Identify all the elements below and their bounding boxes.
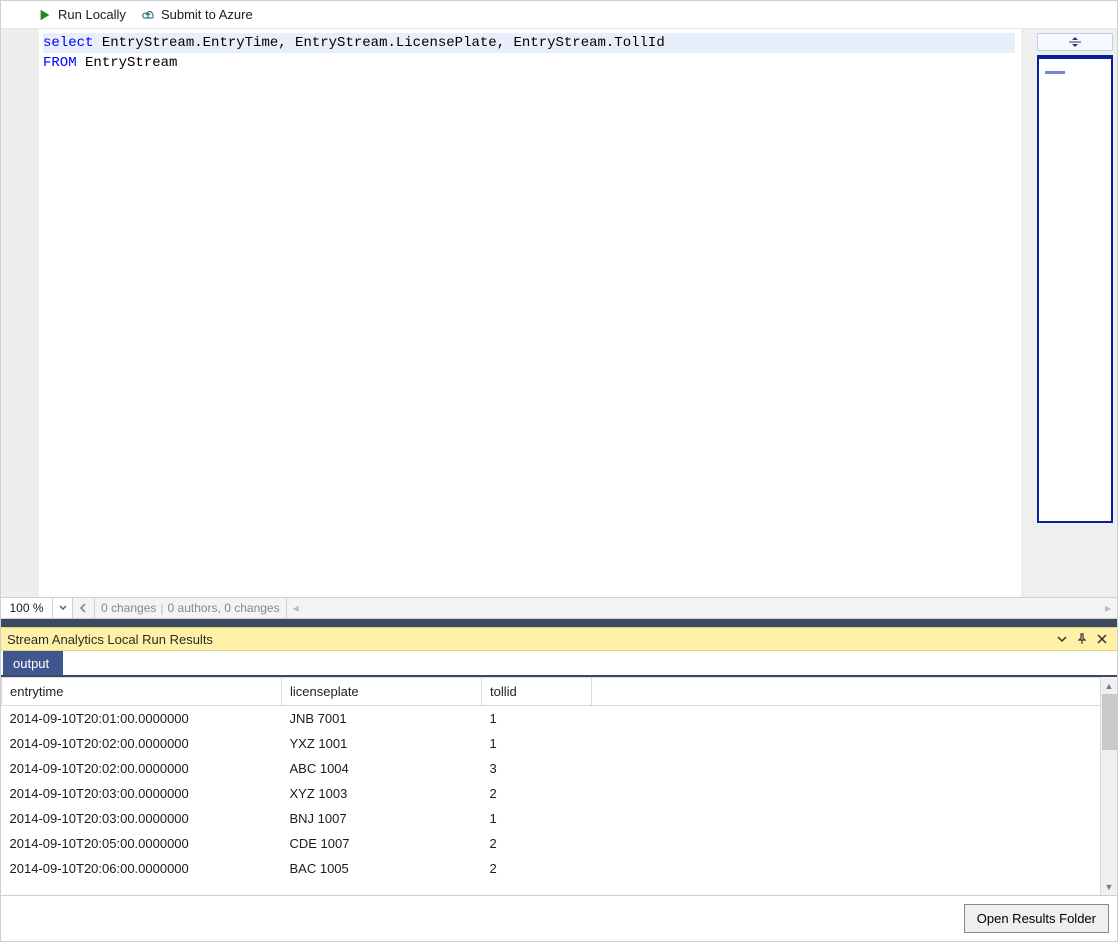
table-row[interactable]: 2014-09-10T20:03:00.0000000BNJ 10071 [2, 806, 1117, 831]
changes-sep: | [160, 601, 163, 615]
scroll-thumb[interactable] [1102, 694, 1117, 750]
results-panel-title: Stream Analytics Local Run Results [7, 632, 1051, 647]
close-panel-button[interactable] [1093, 630, 1111, 648]
tab-output-label: output [13, 656, 49, 671]
table-cell-spacer [592, 731, 1117, 756]
tab-output[interactable]: output [3, 651, 63, 675]
editor-gutter [1, 29, 39, 597]
open-results-folder-button[interactable]: Open Results Folder [964, 904, 1109, 933]
editor-statusbar: 100 % 0 changes | 0 authors, 0 changes ◂… [1, 597, 1117, 619]
table-cell-spacer [592, 831, 1117, 856]
changes-indicator: 0 changes | 0 authors, 0 changes [95, 598, 287, 618]
table-cell: 1 [482, 706, 592, 732]
submit-to-azure-button[interactable]: Submit to Azure [140, 7, 253, 23]
table-cell: YXZ 1001 [282, 731, 482, 756]
pin-button[interactable] [1073, 630, 1091, 648]
table-cell: ABC 1004 [282, 756, 482, 781]
table-header-row: entrytime licenseplate tollid [2, 678, 1117, 706]
table-row[interactable]: 2014-09-10T20:02:00.0000000YXZ 10011 [2, 731, 1117, 756]
col-licenseplate[interactable]: licenseplate [282, 678, 482, 706]
table-cell: 2014-09-10T20:01:00.0000000 [2, 706, 282, 732]
table-row[interactable]: 2014-09-10T20:06:00.0000000BAC 10052 [2, 856, 1117, 881]
cloud-upload-icon [140, 7, 156, 23]
col-tollid[interactable]: tollid [482, 678, 592, 706]
run-locally-button[interactable]: Run Locally [37, 7, 126, 23]
table-row[interactable]: 2014-09-10T20:01:00.0000000JNB 70011 [2, 706, 1117, 732]
table-cell: CDE 1007 [282, 831, 482, 856]
code-minimap[interactable] [1037, 55, 1113, 523]
table-cell: 2014-09-10T20:06:00.0000000 [2, 856, 282, 881]
kw-select: select [43, 35, 93, 51]
split-handle[interactable] [1037, 33, 1113, 51]
chevron-down-icon [59, 604, 67, 612]
table-cell-spacer [592, 706, 1117, 732]
minimap-column [1033, 29, 1117, 597]
table-cell-spacer [592, 781, 1117, 806]
table-row[interactable]: 2014-09-10T20:03:00.0000000XYZ 10032 [2, 781, 1117, 806]
scroll-down-icon[interactable]: ▼ [1101, 878, 1117, 895]
line2-rest: EntryStream [77, 55, 178, 71]
changes-right: 0 authors, 0 changes [168, 601, 280, 615]
changes-left: 0 changes [101, 601, 156, 615]
table-cell-spacer [592, 806, 1117, 831]
chevron-left-icon [79, 603, 89, 613]
results-table-wrap: entrytime licenseplate tollid 2014-09-10… [1, 677, 1117, 895]
table-cell: 2 [482, 781, 592, 806]
results-panel-header: Stream Analytics Local Run Results [1, 627, 1117, 651]
split-handle-icon [1068, 37, 1082, 47]
panel-options-button[interactable] [1053, 630, 1071, 648]
editor-splitter[interactable] [1021, 29, 1033, 597]
prev-change-button[interactable] [73, 598, 95, 618]
submit-to-azure-label: Submit to Azure [161, 7, 253, 22]
table-cell: 2014-09-10T20:03:00.0000000 [2, 781, 282, 806]
table-cell: 2 [482, 856, 592, 881]
results-footer: Open Results Folder [1, 895, 1117, 941]
table-cell: BAC 1005 [282, 856, 482, 881]
table-row[interactable]: 2014-09-10T20:05:00.0000000CDE 10072 [2, 831, 1117, 856]
run-locally-label: Run Locally [58, 7, 126, 22]
scroll-right-icon[interactable]: ▸ [1099, 598, 1117, 618]
results-table: entrytime licenseplate tollid 2014-09-10… [1, 677, 1117, 881]
line1-rest: EntryStream.EntryTime, EntryStream.Licen… [93, 35, 664, 51]
code-editor-area: select EntryStream.EntryTime, EntryStrea… [1, 29, 1117, 597]
panel-divider[interactable] [1, 619, 1117, 627]
table-cell: 1 [482, 806, 592, 831]
table-cell: 2014-09-10T20:05:00.0000000 [2, 831, 282, 856]
table-row[interactable]: 2014-09-10T20:02:00.0000000ABC 10043 [2, 756, 1117, 781]
results-tabs: output [1, 651, 1117, 677]
scroll-left-icon[interactable]: ◂ [287, 598, 305, 618]
play-icon [37, 7, 53, 23]
table-cell: 3 [482, 756, 592, 781]
table-cell-spacer [592, 756, 1117, 781]
col-entrytime[interactable]: entrytime [2, 678, 282, 706]
editor-toolbar: Run Locally Submit to Azure [1, 1, 1117, 29]
table-cell: XYZ 1003 [282, 781, 482, 806]
table-cell: 2014-09-10T20:03:00.0000000 [2, 806, 282, 831]
table-cell: 2014-09-10T20:02:00.0000000 [2, 756, 282, 781]
chevron-down-icon [1057, 634, 1067, 644]
minimap-preview-line [1045, 71, 1065, 74]
close-icon [1097, 634, 1107, 644]
zoom-dropdown[interactable] [53, 598, 73, 618]
kw-from: FROM [43, 55, 77, 71]
table-cell: 2014-09-10T20:02:00.0000000 [2, 731, 282, 756]
table-cell: BNJ 1007 [282, 806, 482, 831]
results-scrollbar[interactable]: ▲ ▼ [1100, 677, 1117, 895]
code-editor[interactable]: select EntryStream.EntryTime, EntryStrea… [39, 29, 1021, 597]
scroll-up-icon[interactable]: ▲ [1101, 677, 1117, 694]
zoom-level[interactable]: 100 % [1, 598, 53, 618]
table-cell: JNB 7001 [282, 706, 482, 732]
pin-icon [1076, 633, 1088, 645]
table-cell: 2 [482, 831, 592, 856]
table-cell-spacer [592, 856, 1117, 881]
table-cell: 1 [482, 731, 592, 756]
col-spacer [592, 678, 1117, 706]
